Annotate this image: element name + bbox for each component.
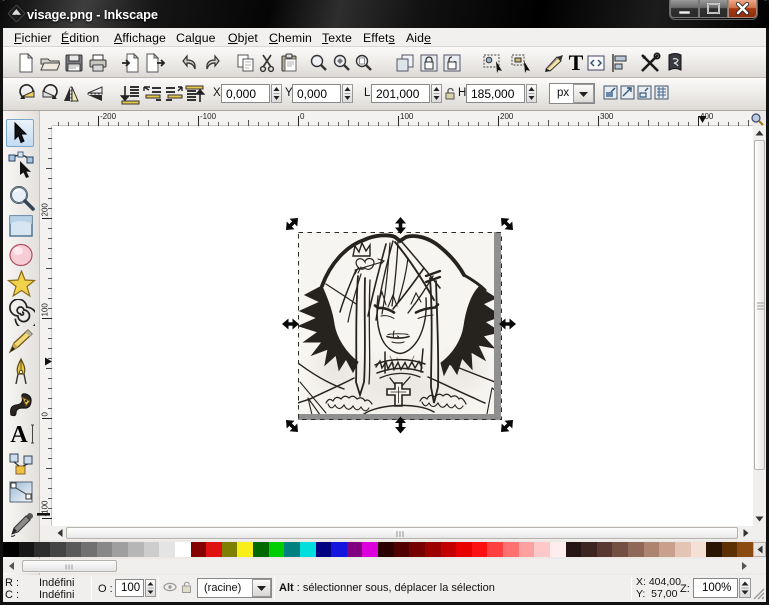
svg-text:200: 200 bbox=[41, 203, 50, 217]
svg-text:200: 200 bbox=[500, 112, 514, 121]
svg-text:300: 300 bbox=[600, 112, 614, 121]
svg-text:T: T bbox=[569, 51, 584, 75]
svg-text:100: 100 bbox=[400, 112, 414, 121]
svg-text:-100: -100 bbox=[200, 112, 217, 121]
svg-text:100: 100 bbox=[41, 303, 50, 317]
svg-text:0: 0 bbox=[41, 412, 50, 417]
svg-text:A: A bbox=[10, 422, 28, 448]
svg-text:-200: -200 bbox=[100, 112, 117, 121]
svg-text:0: 0 bbox=[300, 112, 305, 121]
